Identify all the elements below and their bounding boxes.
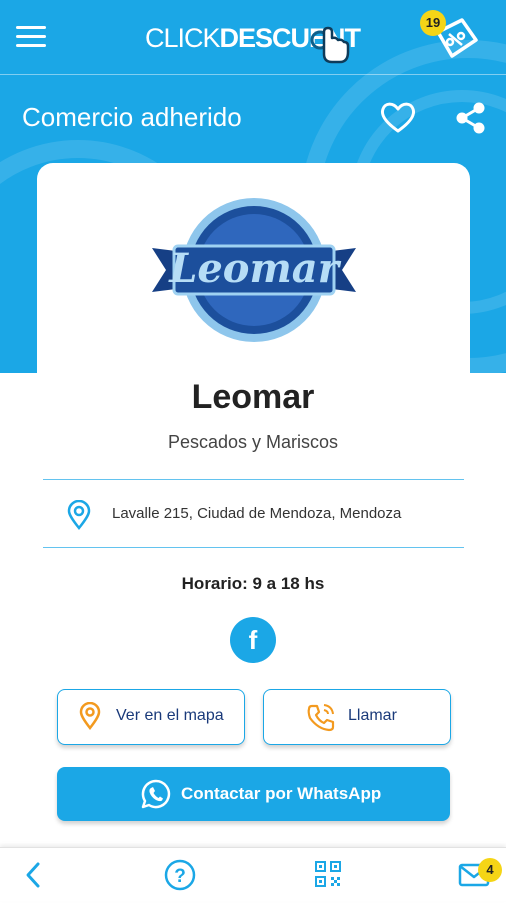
merchant-logo: Leomar [152,198,356,342]
map-button[interactable]: Ver en el mapa [57,689,245,745]
brand-left: CLICK [145,23,221,53]
coupon-count-badge: 19 [420,10,446,36]
menu-icon[interactable] [16,26,46,48]
location-pin-icon [79,702,101,730]
heart-icon[interactable] [380,100,416,134]
back-chevron-icon[interactable] [14,848,50,901]
merchant-name: Leomar [191,378,315,416]
hand-pointer-icon [310,26,350,64]
call-button-label: Llamar [348,707,397,724]
mail-count-badge: 4 [478,858,502,882]
bottom-nav: ? [0,847,506,901]
divider [43,479,464,480]
svg-text:?: ? [174,866,186,887]
whatsapp-button-label: Contactar por WhatsApp [181,784,382,803]
phone-icon [307,704,335,732]
merchant-address: Lavalle 215, Ciudad de Mendoza, Mendoza [112,505,402,522]
merchant-category: Pescados y Mariscos [167,432,339,452]
call-button[interactable]: Llamar [263,689,451,745]
logo-text: Leomar [168,245,341,292]
whatsapp-icon [141,779,171,809]
map-button-label: Ver en el mapa [116,707,224,724]
qr-code-icon[interactable] [312,848,344,901]
facebook-glyph: f [248,625,258,655]
help-icon[interactable]: ? [162,848,198,901]
divider [43,547,464,548]
location-pin-icon [67,500,91,530]
merchant-hours: Horario: 9 a 18 hs [181,574,325,593]
top-bar-divider [0,74,506,75]
page-title: Comercio adherido [22,102,242,132]
facebook-icon[interactable]: f [230,617,276,663]
top-bar: CLICKDESCUENT 19 [0,0,506,75]
whatsapp-button[interactable]: Contactar por WhatsApp [57,767,450,821]
share-icon[interactable] [452,100,488,136]
